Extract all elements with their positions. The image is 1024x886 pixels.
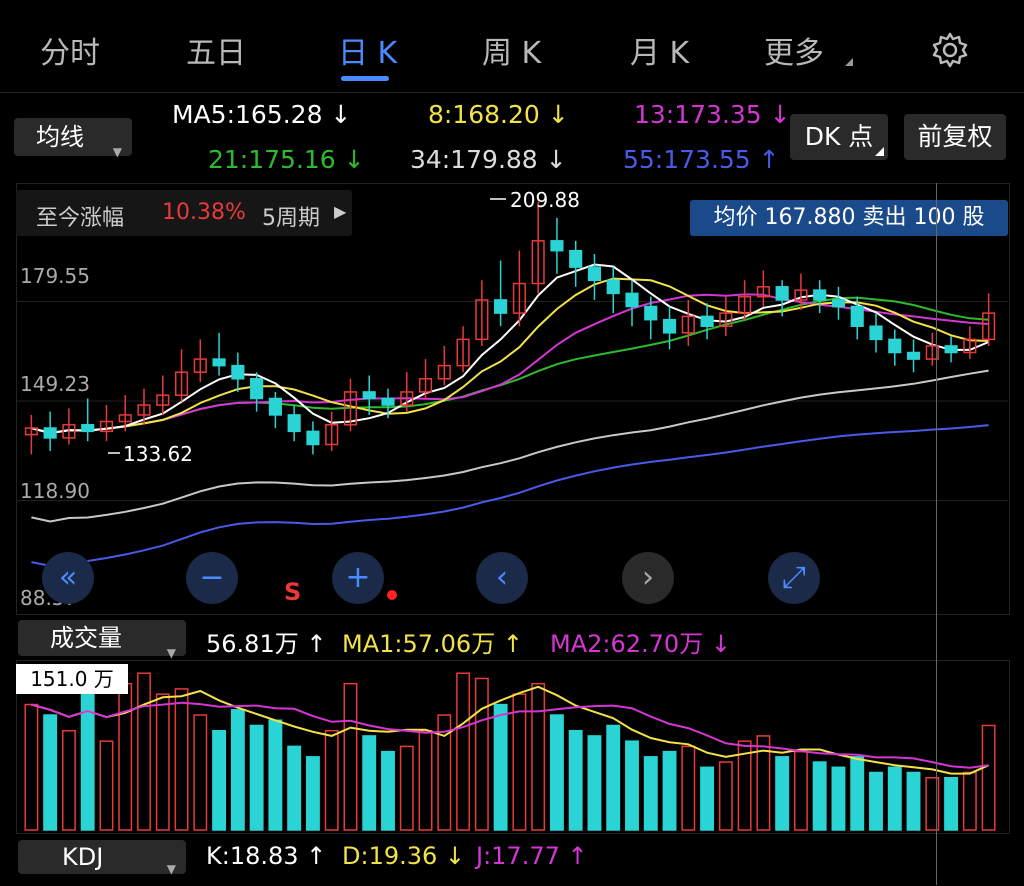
gain-label: 至今涨幅	[36, 206, 125, 231]
price-label-top: 179.55	[20, 264, 90, 288]
candle-body	[662, 318, 677, 334]
volume-ma1: MA1:57.06万 ↑	[342, 630, 523, 658]
gain-since-box[interactable]: 至今涨幅 10.38% 5周期 ▶	[16, 190, 352, 236]
candle-body	[888, 338, 902, 354]
kline-chart[interactable]	[0, 0, 1024, 620]
candle-body	[81, 424, 95, 433]
candle-body	[43, 427, 57, 439]
volume-max-label: 151.0 万	[16, 664, 128, 694]
candle-body	[606, 279, 620, 295]
kdj-d-value: D:19.36 ↓	[342, 842, 466, 870]
price-label-3: 118.90	[20, 479, 90, 503]
scroll-left-button[interactable]: ‹	[476, 552, 528, 604]
volume-ma2: MA2:62.70万 ↓	[550, 630, 731, 658]
candle-body	[700, 315, 714, 327]
sell-signal-marker: S	[284, 578, 302, 606]
candle-body	[268, 397, 282, 416]
candle-body	[212, 358, 226, 367]
candle-body	[550, 240, 564, 252]
avg-price-tooltip: 均价 167.880 卖出 100 股	[690, 200, 1008, 236]
candle-body	[944, 345, 958, 354]
kdj-k-value: K:18.83 ↑	[206, 842, 327, 870]
chevron-down-icon: ▼	[166, 862, 176, 876]
candle-body	[306, 430, 320, 446]
chevron-right-icon: ▶	[334, 202, 347, 221]
scroll-far-left-button[interactable]: «	[42, 552, 94, 604]
volume-value: 56.81万 ↑	[206, 630, 327, 658]
candle-body	[587, 266, 602, 282]
high-price-annotation: 209.88	[510, 188, 580, 212]
candle-body	[381, 397, 395, 406]
scroll-right-button[interactable]: ›	[622, 552, 674, 604]
gain-value: 10.38%	[162, 200, 246, 225]
volume-indicator-selector[interactable]: 成交量 ▼	[18, 620, 186, 660]
candle-body	[569, 249, 583, 268]
ma5-line	[31, 263, 989, 435]
fullscreen-button[interactable]: ⤢	[768, 552, 820, 604]
candle-body	[850, 305, 864, 327]
candle-body	[287, 414, 301, 433]
kdj-selector-label: KDJ	[62, 843, 104, 871]
volume-selector-label: 成交量	[50, 624, 122, 652]
low-price-annotation: 133.62	[123, 442, 193, 466]
zoom-out-button[interactable]: −	[186, 552, 238, 604]
candle-body	[250, 378, 264, 400]
ma21-line	[31, 296, 989, 435]
ma13-line	[31, 293, 989, 435]
candle-body	[644, 305, 658, 321]
candle-body	[494, 299, 508, 314]
candle-body	[231, 364, 245, 380]
notification-dot	[387, 590, 397, 600]
candle-body	[869, 325, 883, 341]
zoom-in-button[interactable]: +	[332, 552, 384, 604]
volume-chart-panel[interactable]	[16, 660, 1010, 834]
candle-body	[775, 286, 789, 301]
price-label-2: 149.23	[20, 372, 90, 396]
candle-body	[906, 351, 921, 360]
kdj-indicator-selector[interactable]: KDJ ▼	[18, 840, 186, 876]
candle-body	[831, 299, 846, 308]
candle-body	[813, 289, 827, 301]
candle-body	[362, 391, 376, 400]
gain-period: 5周期	[262, 206, 320, 231]
candle-body	[625, 292, 639, 308]
crosshair-line	[936, 183, 937, 885]
kdj-j-value: J:17.77 ↑	[476, 842, 588, 870]
